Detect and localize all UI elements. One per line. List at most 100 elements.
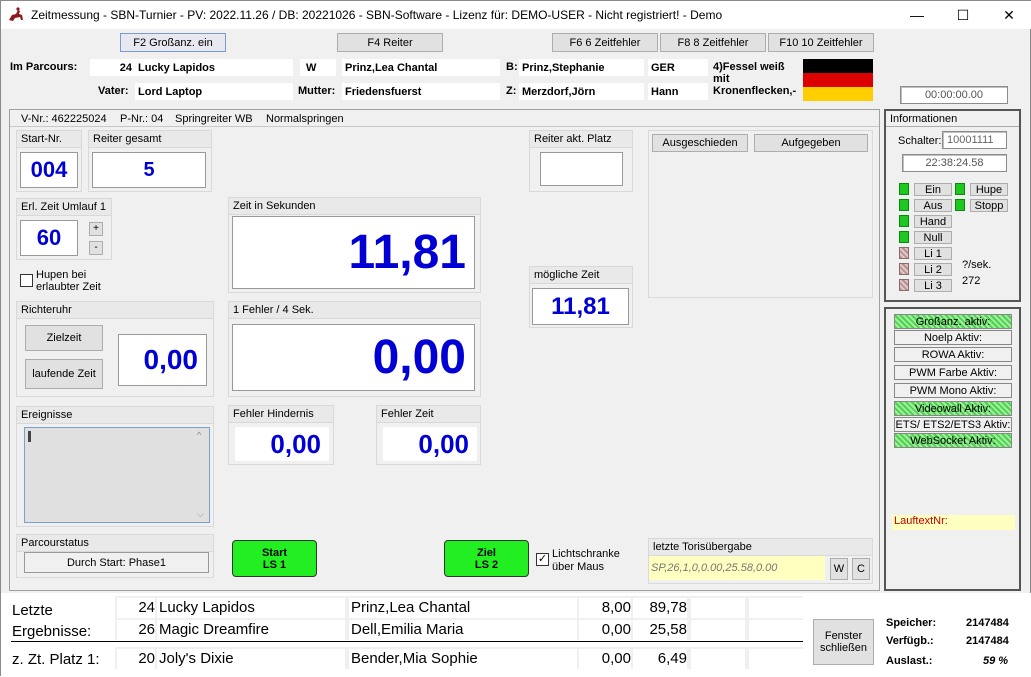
stopp-button[interactable]: Stopp — [970, 199, 1008, 212]
erlaubte-zeit-value[interactable]: 60 — [20, 220, 78, 256]
start-line1: Start — [261, 546, 288, 559]
breed: Hann — [648, 83, 708, 100]
competition-mode: Normalspringen — [266, 113, 344, 125]
germany-flag-icon — [803, 59, 873, 101]
f4-reiter-button[interactable]: F4 Reiter — [337, 33, 443, 52]
vater-value: Lord Laptop — [135, 83, 293, 100]
horse-rider-icon — [9, 7, 23, 21]
verfuegbar-label: Verfügb.: — [886, 635, 934, 647]
scroll-up-icon[interactable]: ^ — [197, 430, 201, 440]
aktiv-item[interactable]: ETS/ ETS2/ETS3 Aktiv: — [894, 417, 1012, 432]
maximize-button[interactable]: ☐ — [940, 1, 986, 29]
result-nr: 26 — [138, 621, 155, 638]
reiter-gesamt-value: 5 — [92, 152, 206, 188]
hupen-checkbox[interactable] — [20, 274, 33, 287]
ziel-line1: Ziel — [477, 546, 496, 559]
hupe-indicator — [955, 183, 965, 195]
zielzeit-button[interactable]: Zielzeit — [25, 325, 103, 351]
owner: Prinz,Stephanie — [519, 59, 644, 76]
increase-button[interactable]: + — [89, 222, 103, 236]
ereignisse-list[interactable]: ⌵ ^ — [24, 427, 210, 523]
letzte-label: Letzte — [12, 602, 53, 619]
ein-button[interactable]: Ein — [914, 183, 952, 196]
aktiv-item[interactable]: PWM Mono Aktiv: — [894, 383, 1012, 398]
aktiv-item[interactable]: PWM Farbe Aktiv: — [894, 365, 1012, 380]
speicher-label: Speicher: — [886, 617, 937, 629]
start-ls1-button[interactable]: Start LS 1 — [232, 540, 317, 577]
divider — [886, 126, 1019, 127]
li3-button[interactable]: Li 3 — [914, 279, 952, 292]
null-indicator — [899, 231, 909, 243]
li2-indicator — [899, 263, 909, 275]
aktiv-item[interactable]: WebSocket Aktiv: — [894, 433, 1012, 448]
ziel-ls2-button[interactable]: Ziel LS 2 — [444, 540, 529, 577]
aufgegeben-button[interactable]: Aufgegeben — [754, 134, 868, 152]
f2-grossanzeige-button[interactable]: F2 Großanz. ein — [120, 33, 226, 52]
result-horse: Lucky Lapidos — [159, 599, 255, 616]
hand-indicator — [899, 215, 909, 227]
hupen-label: Hupen bei erlaubter Zeit — [36, 269, 101, 293]
informationen-label: Informationen — [890, 113, 958, 125]
decrease-button[interactable]: - — [89, 241, 103, 255]
moegliche-zeit-value: 11,81 — [532, 288, 629, 325]
aktiv-item[interactable]: Noelp Aktiv: — [894, 330, 1012, 345]
aktiv-item[interactable]: Videowall Aktiv: — [894, 401, 1012, 416]
mutter-value: Friedensfuerst — [342, 83, 500, 100]
start-nr-value: 004 — [20, 152, 78, 188]
aus-indicator — [899, 199, 909, 211]
result-t: 25,58 — [649, 621, 687, 638]
current-number: 24 — [90, 59, 135, 76]
current-rider: Prinz,Lea Chantal — [342, 59, 500, 76]
pnr: P-Nr.: 04 — [120, 113, 164, 125]
title-bar: Zeitmessung - SBN-Turnier - PV: 2022.11.… — [1, 1, 1031, 29]
auslastung-value: 59 % — [983, 655, 1009, 667]
li2-button[interactable]: Li 2 — [914, 263, 952, 276]
li3-indicator — [899, 279, 909, 291]
reiter-gesamt-label: Reiter gesamt — [88, 130, 212, 148]
result-f: 0,00 — [601, 621, 631, 638]
aus-button[interactable]: Aus — [914, 199, 952, 212]
li1-button[interactable]: Li 1 — [914, 247, 952, 260]
tori-label: letzte Torisübergabe — [648, 538, 873, 556]
nation: GER — [648, 59, 708, 76]
breeder: Merzdorf,Jörn — [519, 83, 644, 100]
result-nr: 24 — [138, 599, 155, 616]
f8-zeitfehler-button[interactable]: F8 8 Zeitfehler — [660, 33, 766, 52]
fehler-zeit-label: Fehler Zeit — [376, 405, 481, 423]
zeit-label: Zeit in Sekunden — [228, 197, 481, 215]
per-second-label: ?/sek. — [962, 259, 992, 271]
fenster-line2: schließen — [819, 642, 868, 654]
hand-button[interactable]: Hand — [914, 215, 952, 228]
aktiv-item[interactable]: ROWA Aktiv: — [894, 347, 1012, 362]
f10-zeitfehler-button[interactable]: F10 10 Zeitfehler — [768, 33, 874, 52]
speicher-value: 2147484 — [966, 617, 1009, 629]
erlaubte-zeit-label: Erl. Zeit Umlauf 1 — [16, 198, 112, 216]
current-horse: Lucky Lapidos — [135, 59, 293, 76]
minimize-button[interactable]: — — [894, 1, 940, 29]
aktiv-item[interactable]: Großanz. aktiv: — [894, 314, 1012, 329]
result-empty-cell — [749, 649, 803, 669]
horse-note: 4)Fessel weiß mit Kronenflecken,- — [713, 61, 797, 97]
close-button[interactable]: ✕ — [986, 1, 1031, 29]
laufende-zeit-button[interactable]: laufende Zeit — [25, 359, 103, 389]
start-line2: LS 1 — [262, 558, 287, 571]
f6-zeitfehler-button[interactable]: F6 6 Zeitfehler — [552, 33, 658, 52]
lichtschranke-checkbox[interactable]: ✓ — [536, 553, 549, 566]
fenster-schliessen-button[interactable]: Fenster schließen — [813, 619, 874, 665]
result-t: 89,78 — [649, 599, 687, 616]
tori-w-button[interactable]: W — [830, 558, 848, 580]
ausgeschieden-button[interactable]: Ausgeschieden — [652, 134, 748, 152]
mutter-label: Mutter: — [298, 85, 336, 97]
parcourstatus-label: Parcourstatus — [16, 534, 214, 552]
platz1-label: z. Zt. Platz 1: — [12, 651, 100, 668]
hupe-button[interactable]: Hupe — [970, 183, 1008, 196]
tori-c-button[interactable]: C — [852, 558, 870, 580]
reiter-akt-label: Reiter akt. Platz — [529, 130, 633, 148]
schalter-label: Schalter: — [898, 135, 942, 147]
result-empty-cell — [691, 649, 745, 669]
result-nr: 20 — [138, 650, 155, 667]
scroll-down-icon[interactable]: ⌵ — [197, 509, 204, 520]
null-button[interactable]: Null — [914, 231, 952, 244]
auslastung-label: Auslast.: — [886, 655, 933, 667]
fehler-zeit-value: 0,00 — [383, 427, 477, 461]
